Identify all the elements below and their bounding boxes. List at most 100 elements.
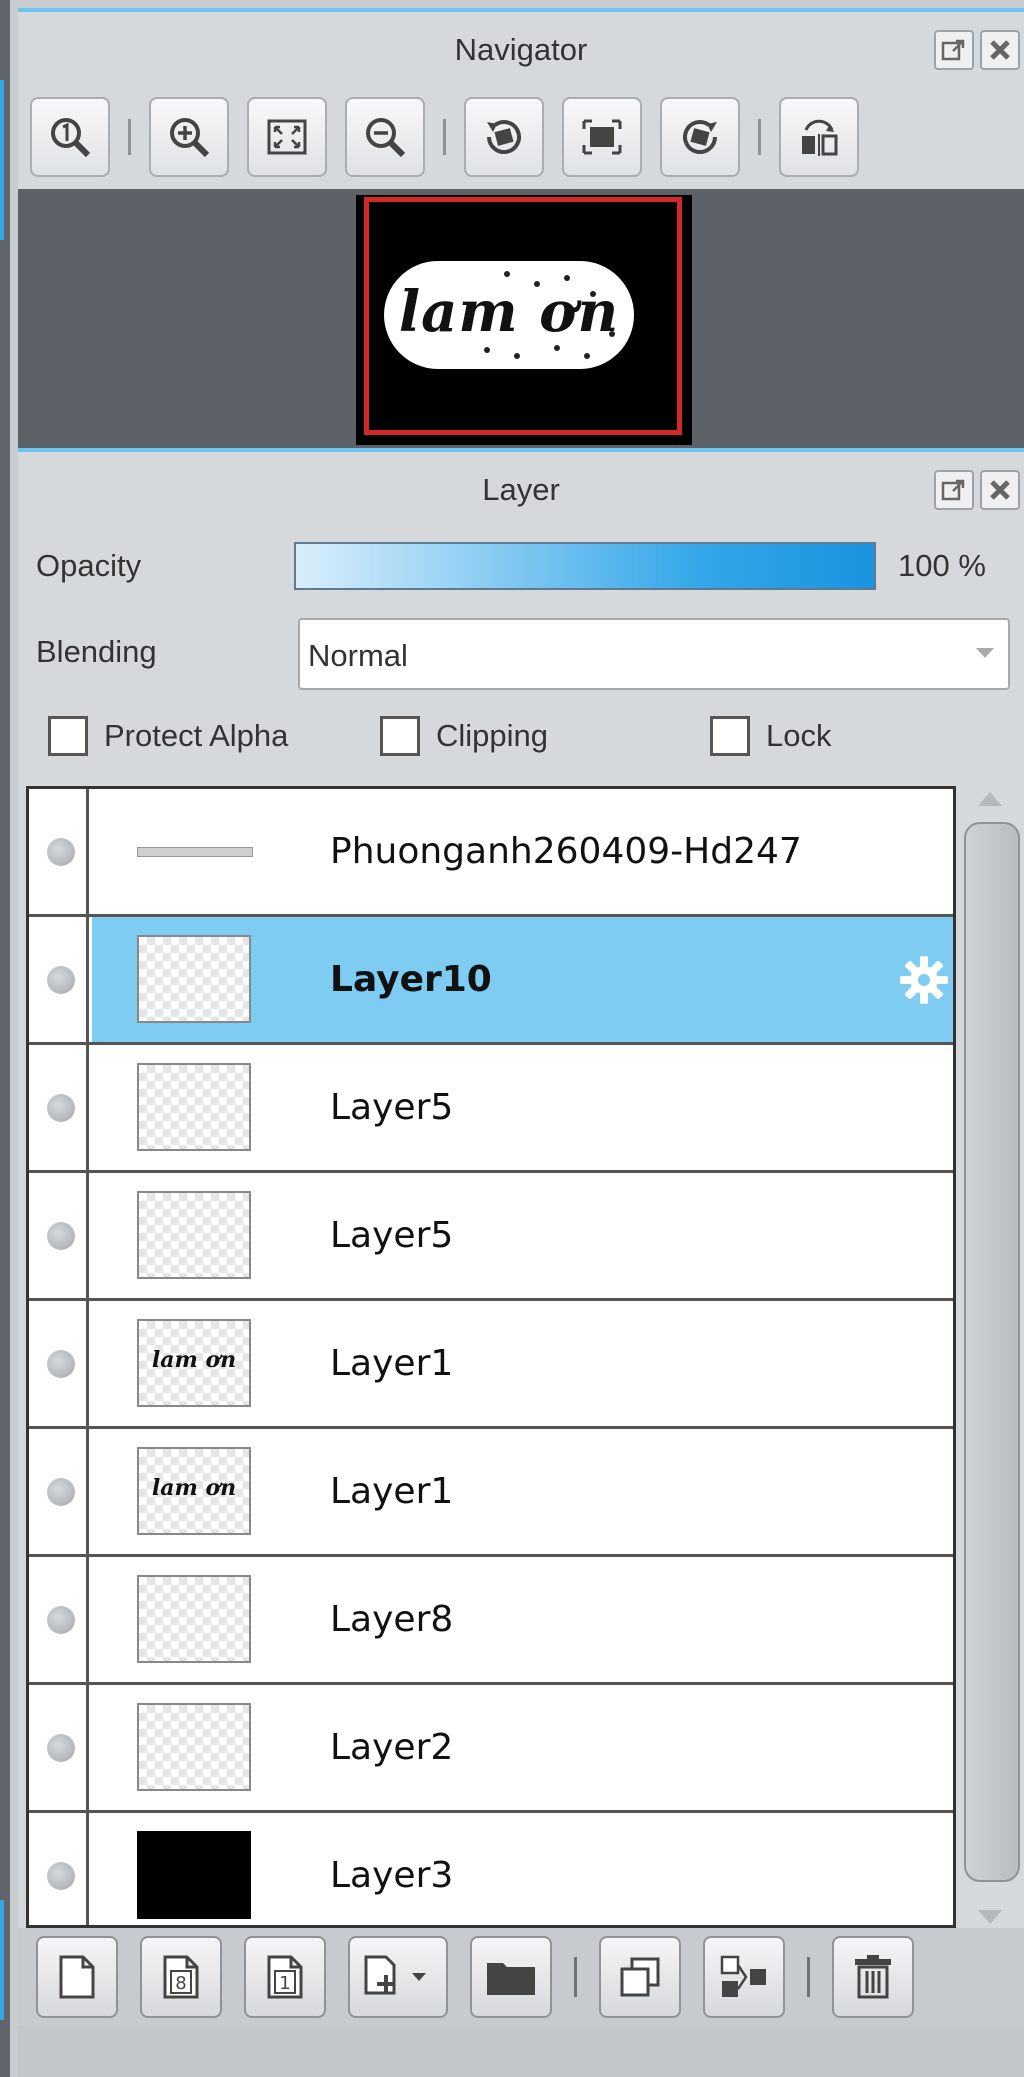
layer-row[interactable]: Phuonganh260409-Hd247	[29, 789, 953, 917]
layer-list-scrollbar[interactable]	[962, 786, 1020, 1928]
thumbnail-art-text: lam ơn	[151, 1475, 237, 1501]
zoom-actual-button[interactable]	[30, 97, 110, 177]
new-layer-icon	[59, 1955, 95, 1999]
layer-options-row: Protect Alpha Clipping Lock	[18, 716, 1024, 772]
layer-body[interactable]: Layer3	[92, 1813, 953, 1925]
layer-row[interactable]: Layer2	[29, 1685, 953, 1813]
opacity-value: 100 %	[898, 548, 986, 583]
layer-row[interactable]: Layer3	[29, 1813, 953, 1925]
layer-body[interactable]: Phuonganh260409-Hd247	[92, 789, 953, 914]
scroll-thumb[interactable]	[964, 822, 1020, 1882]
layer-name: Layer8	[330, 1599, 454, 1640]
clipping-checkbox[interactable]: Clipping	[380, 716, 548, 756]
lock-checkbox[interactable]: Lock	[710, 716, 831, 756]
layer-body[interactable]: Layer2	[92, 1685, 953, 1810]
visibility-toggle[interactable]	[29, 1429, 89, 1554]
merge-down-button[interactable]	[703, 1936, 785, 2018]
layer-name: Layer1	[330, 1343, 454, 1384]
layer-thumbnail	[137, 1063, 251, 1151]
layer-row[interactable]: Layer5	[29, 1173, 953, 1301]
layer-body[interactable]: lam ơn Layer1	[92, 1301, 953, 1426]
layer-thumbnail: lam ơn	[137, 1447, 251, 1535]
close-panel-button[interactable]	[980, 470, 1020, 510]
new-folder-icon	[487, 1963, 535, 1995]
lock-label: Lock	[766, 718, 832, 753]
visibility-dot-icon	[47, 837, 75, 866]
new-folder-button[interactable]	[470, 1936, 552, 2018]
left-edge-strip	[0, 0, 10, 2077]
gear-icon[interactable]	[897, 953, 951, 1007]
fit-to-window-icon	[267, 119, 307, 155]
delete-layer-button[interactable]	[832, 1936, 914, 2018]
navigator-preview-area[interactable]: lam ơn	[18, 189, 1024, 449]
visibility-toggle[interactable]	[29, 917, 89, 1042]
merge-down-icon	[720, 1955, 766, 1997]
visibility-toggle[interactable]	[29, 1685, 89, 1810]
visibility-toggle[interactable]	[29, 1173, 89, 1298]
visibility-dot-icon	[47, 1093, 75, 1122]
opacity-slider[interactable]	[294, 542, 876, 590]
layer-thumbnail	[137, 1703, 251, 1791]
rotate-left-icon	[487, 120, 521, 154]
layer-name: Layer10	[330, 959, 492, 1000]
layer-name: Layer2	[330, 1727, 454, 1768]
zoom-in-button[interactable]	[149, 97, 229, 177]
visibility-toggle[interactable]	[29, 1301, 89, 1426]
duplicate-layer-button[interactable]	[599, 1936, 681, 2018]
layer-body[interactable]: Layer8	[92, 1557, 953, 1682]
layer-row[interactable]: Layer5	[29, 1045, 953, 1173]
layer-title: Layer	[482, 472, 560, 507]
detach-panel-button[interactable]	[934, 470, 974, 510]
toolbar-separator	[443, 119, 446, 155]
fit-canvas-button[interactable]	[562, 97, 642, 177]
layer-panel: Layer Opacity 100 % Blending Normal Prot…	[18, 448, 1024, 2077]
layer-row[interactable]: lam ơn Layer1	[29, 1429, 953, 1557]
new-layer-button[interactable]	[36, 1936, 118, 2018]
protect-alpha-checkbox[interactable]: Protect Alpha	[48, 716, 288, 756]
layer-name: Phuonganh260409-Hd247	[330, 831, 802, 872]
layer-body[interactable]: lam ơn Layer1	[92, 1429, 953, 1554]
scroll-down-icon[interactable]	[978, 1910, 1002, 1924]
rotate-left-button[interactable]	[464, 97, 544, 177]
rotate-right-button[interactable]	[660, 97, 740, 177]
toolbar-separator	[574, 1957, 577, 1997]
visibility-toggle[interactable]	[29, 1045, 89, 1170]
zoom-out-button[interactable]	[345, 97, 425, 177]
protect-alpha-label: Protect Alpha	[104, 718, 289, 753]
layer-body[interactable]: Layer5	[92, 1173, 953, 1298]
left-accent-bar-bottom	[0, 1900, 4, 2020]
layer-body[interactable]: Layer10	[92, 917, 953, 1042]
add-layer-dropdown-button[interactable]	[348, 1936, 448, 2018]
blending-select[interactable]: Normal	[298, 618, 1010, 690]
new-8bit-layer-button[interactable]: 8	[140, 1936, 222, 2018]
close-icon	[990, 480, 1010, 500]
visibility-toggle[interactable]	[29, 1813, 89, 1925]
thumbnail-art-text: lam ơn	[151, 1347, 237, 1373]
chevron-down-icon	[976, 648, 994, 658]
duplicate-layer-icon	[620, 1957, 660, 1997]
visibility-toggle[interactable]	[29, 1557, 89, 1682]
layer-body[interactable]: Layer5	[92, 1045, 953, 1170]
zoom-out-icon	[366, 118, 406, 158]
layer-row[interactable]: lam ơn Layer1	[29, 1301, 953, 1429]
layer-thumbnail	[137, 1191, 251, 1279]
layer-row[interactable]: Layer8	[29, 1557, 953, 1685]
close-icon	[990, 40, 1010, 60]
visibility-toggle[interactable]	[29, 789, 89, 914]
flip-horizontal-button[interactable]	[779, 97, 859, 177]
svg-text:1: 1	[279, 1973, 290, 1994]
toolbar-separator	[128, 119, 131, 155]
layer-name: Layer3	[330, 1855, 454, 1896]
navigator-panel: Navigator lam ơn	[18, 8, 1024, 449]
layer-name: Layer5	[330, 1215, 454, 1256]
detach-panel-button[interactable]	[934, 30, 974, 70]
scroll-up-icon[interactable]	[978, 792, 1002, 806]
zoom-actual-icon	[51, 118, 91, 158]
new-1bit-layer-button[interactable]: 1	[244, 1936, 326, 2018]
fit-to-window-button[interactable]	[247, 97, 327, 177]
layer-row-selected[interactable]: Layer10	[29, 917, 953, 1045]
new-1bit-layer-icon: 1	[267, 1955, 303, 1999]
toolbar-separator	[807, 1957, 810, 1997]
close-panel-button[interactable]	[980, 30, 1020, 70]
viewport-frame[interactable]	[364, 197, 682, 435]
